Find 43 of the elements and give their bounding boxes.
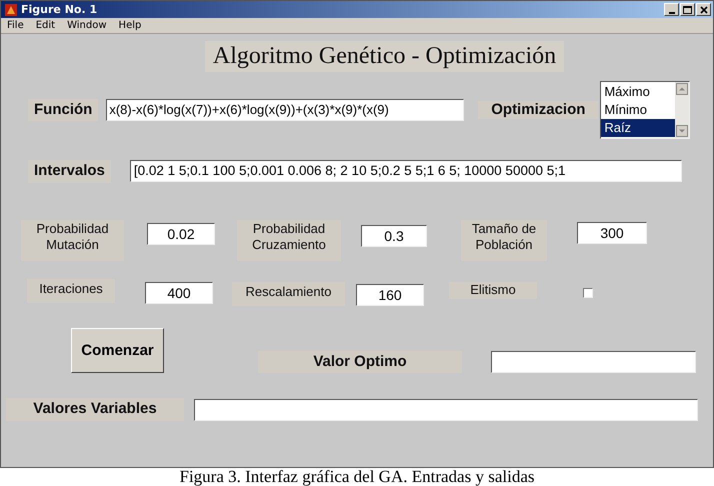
elitism-label: Elitismo (449, 282, 537, 298)
menu-item[interactable]: Edit (36, 20, 56, 31)
maximize-button[interactable] (680, 3, 695, 16)
figure-heading: Algoritmo Genético - Optimización (204, 41, 564, 72)
elitism-checkbox[interactable] (583, 288, 593, 298)
parameter-field[interactable]: 400 (145, 282, 213, 304)
optimum-value-label: Valor Optimo (258, 350, 462, 374)
intervals-label: Intervalos (28, 160, 111, 183)
optimization-label: Optimizacion (478, 100, 598, 120)
minimize-button[interactable] (664, 3, 679, 16)
close-icon (700, 6, 708, 14)
parameter-field[interactable]: 300 (577, 222, 647, 244)
optimum-value-field[interactable] (491, 351, 696, 374)
intervals-field[interactable]: [0.02 1 5;0.1 100 5;0.001 0.006 8; 2 10 5;0.2 5 5;1 6 5; 10000 50000 5;1 (130, 160, 682, 182)
menu-item[interactable]: Window (67, 20, 107, 31)
listbox-option[interactable]: Raíz (601, 119, 676, 137)
parameter-label: Probabilidad Cruzamiento (237, 220, 341, 262)
parameter-field[interactable]: 160 (356, 284, 424, 306)
maximize-icon (683, 6, 692, 14)
close-button[interactable] (696, 3, 711, 16)
scroll-down-icon[interactable] (676, 125, 688, 137)
app-icon (5, 4, 17, 16)
variable-values-field[interactable] (194, 398, 698, 421)
start-button[interactable]: Comenzar (71, 328, 164, 374)
parameter-field[interactable]: 0.3 (361, 224, 427, 247)
menu-item[interactable]: File (7, 20, 24, 31)
listbox-option[interactable]: Mínimo (601, 101, 676, 119)
figure-caption: Figura 3. Interfaz gráfica del GA. Entradas y salidas (178, 468, 536, 486)
scroll-up-icon[interactable] (676, 83, 688, 95)
scrollbar[interactable] (675, 82, 690, 138)
parameter-field[interactable]: 0.02 (147, 222, 215, 245)
parameter-label: Probabilidad Mutación (21, 220, 124, 262)
function-field[interactable]: x(8)-x(6)*log(x(7))+x(6)*log(x(9))+(x(3)*x(9)*(x(9) (106, 99, 464, 121)
minimize-icon (668, 12, 674, 14)
listbox-option[interactable]: Máximo (601, 83, 676, 101)
variable-values-label: Valores Variables (6, 398, 184, 421)
window-title: Figure No. 1 (21, 3, 98, 16)
parameter-label: Tamaño de Población (461, 220, 547, 262)
optimization-listbox[interactable]: Máximo Mínimo Raíz (600, 81, 690, 139)
menu-item[interactable]: Help (118, 20, 142, 31)
function-label: Función (28, 98, 98, 122)
parameter-label: Rescalamiento (232, 282, 345, 306)
parameter-label: Iteraciones (27, 279, 115, 302)
